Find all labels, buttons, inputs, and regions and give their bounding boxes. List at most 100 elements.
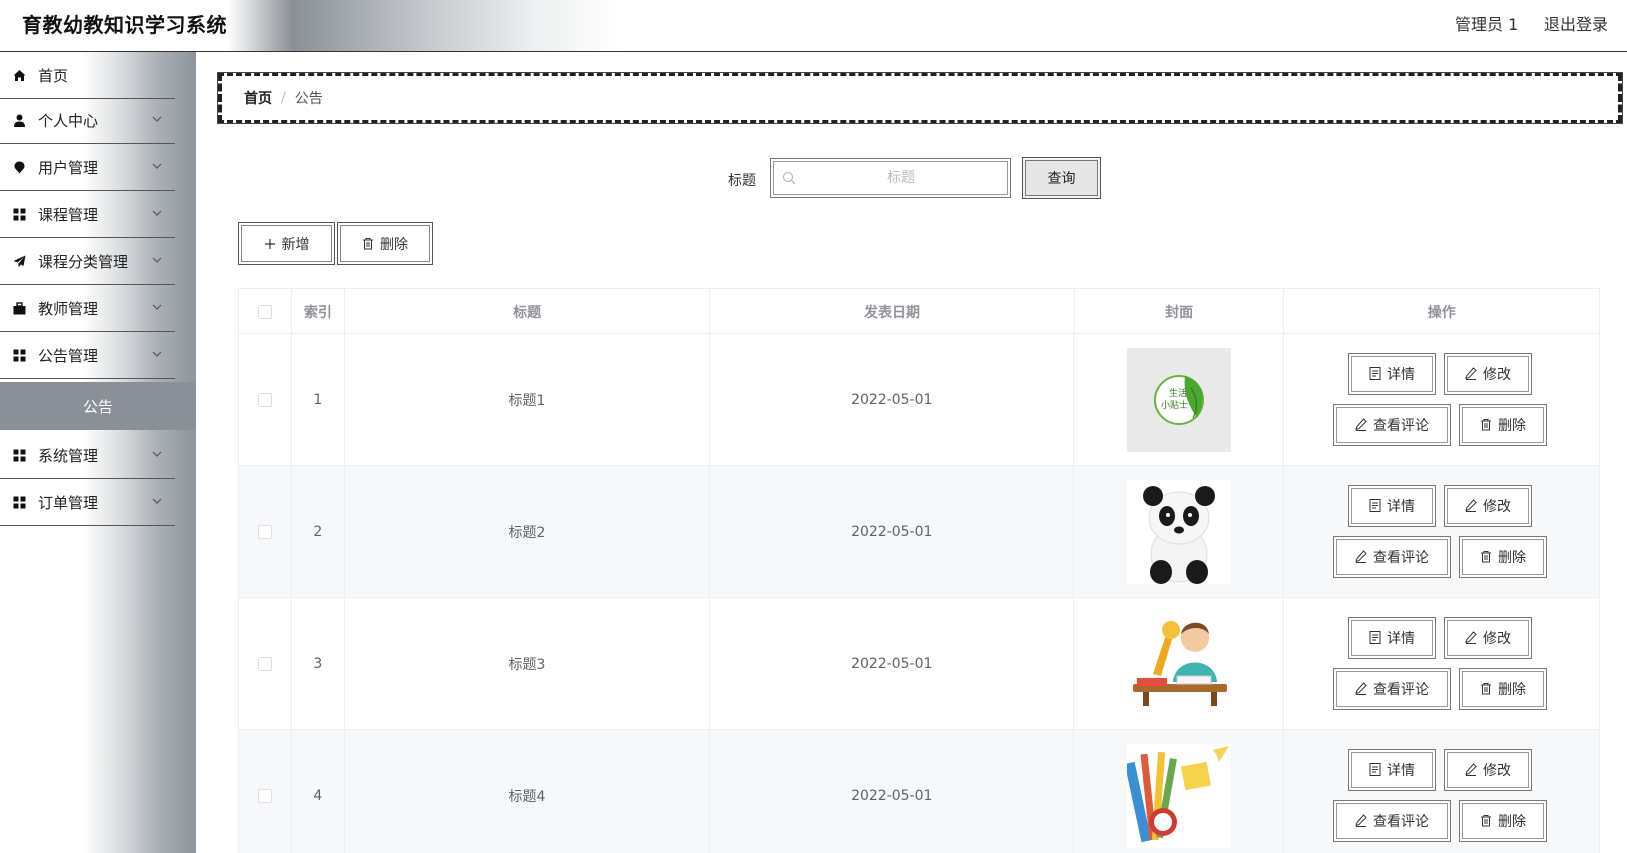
top-header: 育教幼教知识学习系统 管理员 1 退出登录 [0, 0, 1627, 52]
chevron-down-icon [152, 210, 162, 216]
pencil-icon [1355, 550, 1367, 563]
chevron-down-icon [152, 351, 162, 357]
view-comments-button[interactable]: 查看评论 [1333, 799, 1451, 842]
chevron-down-icon [152, 116, 162, 122]
row-date: 2022-05-01 [710, 598, 1075, 729]
trash-icon [1481, 551, 1491, 563]
detail-button-label: 详情 [1387, 498, 1415, 515]
row-checkbox[interactable] [257, 392, 272, 407]
column-header-date: 发表日期 [710, 289, 1075, 334]
breadcrumb: 首页 / 公告 [217, 72, 1623, 124]
add-button-label: 新增 [281, 236, 310, 253]
breadcrumb-current: 公告 [294, 91, 323, 107]
row-checkbox[interactable] [257, 524, 272, 539]
detail-button[interactable]: 详情 [1348, 484, 1436, 527]
batch-delete-button-label: 删除 [380, 236, 408, 253]
delete-button-label: 删除 [1498, 681, 1526, 698]
sidebar-subitem-notice[interactable]: 公告 [0, 382, 196, 430]
row-index: 3 [292, 598, 345, 729]
delete-button-label: 删除 [1498, 417, 1526, 434]
sidebar-item-home[interactable]: 首页 [0, 52, 175, 99]
row-date: 2022-05-01 [710, 730, 1075, 853]
search-field[interactable] [770, 158, 1011, 198]
plus-icon [264, 238, 275, 249]
edit-button[interactable]: 修改 [1444, 748, 1532, 791]
pencil-icon [1355, 682, 1367, 695]
sidebar-item-user-management[interactable]: 用户管理 [0, 144, 175, 191]
sidebar-item-label: 用户管理 [38, 158, 99, 177]
life-tips-image: 生活 小贴士 [1126, 347, 1231, 452]
row-checkbox[interactable] [257, 788, 272, 803]
sidebar-item-system-management[interactable]: 系统管理 [0, 432, 175, 479]
row-title: 标题3 [345, 598, 711, 729]
view-comments-button[interactable]: 查看评论 [1333, 667, 1451, 710]
pencil-icon [1465, 763, 1477, 776]
row-index: 1 [292, 334, 345, 465]
detail-button-label: 详情 [1387, 762, 1415, 779]
document-icon [1369, 499, 1381, 512]
trash-icon [1481, 815, 1491, 827]
delete-button[interactable]: 删除 [1459, 799, 1547, 842]
sidebar-item-label: 订单管理 [38, 493, 99, 512]
home-icon [12, 68, 26, 82]
sidebar-item-course-management[interactable]: 课程管理 [0, 191, 175, 238]
sidebar-item-course-category-management[interactable]: 课程分类管理 [0, 238, 175, 285]
stationery-image [1126, 743, 1231, 848]
edit-button[interactable]: 修改 [1444, 484, 1532, 527]
row-date: 2022-05-01 [710, 334, 1075, 465]
sidebar-item-personal-center[interactable]: 个人中心 [0, 97, 175, 144]
view-comments-button[interactable]: 查看评论 [1333, 535, 1451, 578]
pencil-icon [1355, 418, 1367, 431]
delete-button[interactable]: 删除 [1459, 667, 1547, 710]
view-comments-button-label: 查看评论 [1373, 681, 1429, 698]
sidebar-item-label: 教师管理 [38, 299, 99, 318]
notice-table: 索引 标题 发表日期 封面 操作 1 标题1 2022-05-01 生活 小贴士 [238, 288, 1600, 853]
breadcrumb-home-link[interactable]: 首页 [244, 88, 272, 108]
chevron-down-icon [152, 257, 162, 263]
edit-button[interactable]: 修改 [1444, 616, 1532, 659]
sidebar-item-label: 公告管理 [38, 346, 99, 365]
document-icon [1369, 763, 1381, 776]
pencil-icon [1465, 499, 1477, 512]
sidebar-item-teacher-management[interactable]: 教师管理 [0, 285, 175, 332]
sidebar-item-label: 系统管理 [38, 446, 99, 465]
add-button[interactable]: 新增 [238, 222, 335, 265]
edit-button-label: 修改 [1483, 762, 1511, 779]
chevron-down-icon [152, 163, 162, 169]
select-all-checkbox[interactable] [257, 304, 272, 319]
grid-icon [12, 448, 26, 462]
pin-icon [12, 160, 26, 174]
sidebar-item-label: 首页 [38, 66, 69, 85]
row-date: 2022-05-01 [710, 466, 1075, 597]
logout-link[interactable]: 退出登录 [1544, 11, 1608, 35]
view-comments-button-label: 查看评论 [1373, 549, 1429, 566]
view-comments-button[interactable]: 查看评论 [1333, 403, 1451, 446]
detail-button[interactable]: 详情 [1348, 352, 1436, 395]
sidebar-item-notice-management[interactable]: 公告管理 [0, 332, 175, 379]
search-button[interactable]: 查询 [1022, 157, 1101, 199]
sidebar-item-order-management[interactable]: 订单管理 [0, 479, 175, 526]
current-user-label: 管理员 1 [1455, 15, 1519, 34]
edit-button[interactable]: 修改 [1444, 352, 1532, 395]
detail-button[interactable]: 详情 [1348, 748, 1436, 791]
row-title: 标题4 [345, 730, 711, 853]
search-input[interactable] [801, 165, 1001, 191]
app-title: 育教幼教知识学习系统 [22, 13, 227, 37]
sidebar-item-label: 课程分类管理 [38, 252, 129, 271]
sidebar-item-label: 个人中心 [38, 111, 99, 130]
table-row: 3 标题3 2022-05-01 详情 修改 查看评论 删除 [239, 598, 1599, 730]
trash-icon [1481, 419, 1491, 431]
delete-button[interactable]: 删除 [1459, 403, 1547, 446]
table-row: 1 标题1 2022-05-01 生活 小贴士 详情 修改 查看评论 删除 [239, 334, 1599, 466]
svg-text:生活: 生活 [1169, 387, 1187, 399]
detail-button[interactable]: 详情 [1348, 616, 1436, 659]
edit-button-label: 修改 [1483, 366, 1511, 383]
row-checkbox[interactable] [257, 656, 272, 671]
trash-icon [363, 238, 373, 250]
document-icon [1369, 631, 1381, 644]
batch-delete-button[interactable]: 删除 [337, 222, 433, 265]
pencil-icon [1465, 631, 1477, 644]
detail-button-label: 详情 [1387, 630, 1415, 647]
table-header: 索引 标题 发表日期 封面 操作 [239, 289, 1599, 334]
delete-button[interactable]: 删除 [1459, 535, 1547, 578]
